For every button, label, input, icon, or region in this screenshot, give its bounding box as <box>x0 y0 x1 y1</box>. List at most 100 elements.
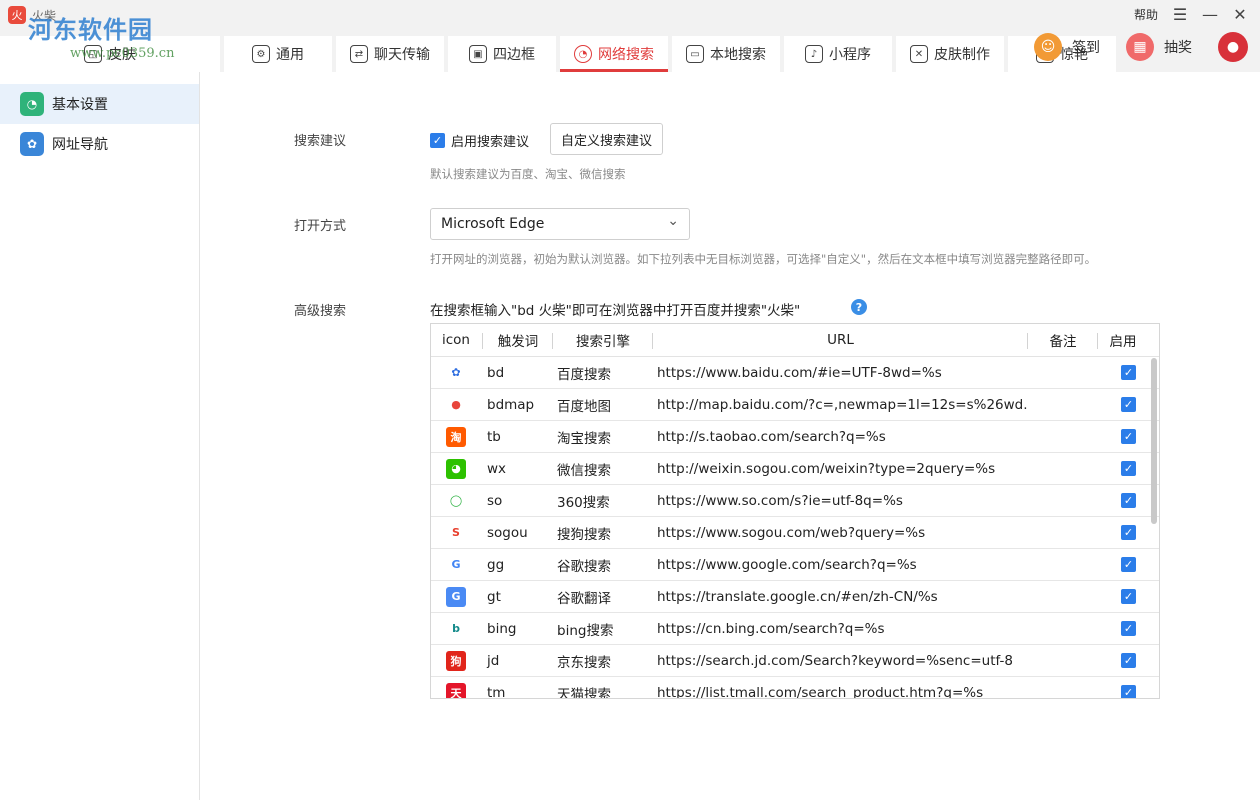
row-trigger: wx <box>487 460 507 477</box>
sidebar-item-basic-settings[interactable]: ◔ 基本设置 <box>0 84 199 124</box>
chat-transfer-icon: ⇄ <box>350 45 368 63</box>
row-enabled-cell: ✓ <box>1098 549 1148 581</box>
gift-icon: ▦ <box>1126 33 1154 61</box>
signin-button[interactable]: ☺ 签到 <box>1034 33 1100 61</box>
row-icon-cell: G <box>431 549 483 581</box>
row-enabled-cell: ✓ <box>1098 421 1148 453</box>
table-row[interactable]: 天 tm 天猫搜索 https://list.tmall.com/search_pro… <box>431 677 1159 699</box>
row-enabled-checkbox[interactable]: ✓ <box>1121 397 1136 412</box>
open-mode-hint: 打开网址的浏览器，初始为默认浏览器。如下拉列表中无目标浏览器，可选择"自定义"，… <box>430 252 1097 266</box>
tab-label: 聊天传输 <box>374 47 430 63</box>
row-engine: bing搜索 <box>557 622 614 639</box>
menu-icon[interactable]: ☰ <box>1172 5 1188 24</box>
row-enabled-checkbox[interactable]: ✓ <box>1121 461 1136 476</box>
column-header-engine[interactable]: 搜索引擎 <box>553 324 653 357</box>
row-url: https://www.google.com/search?q=%s <box>657 556 917 573</box>
column-header-icon[interactable]: icon <box>431 324 483 357</box>
row-enabled-cell: ✓ <box>1098 453 1148 485</box>
enable-suggest-checkbox[interactable]: ✓ 启用搜索建议 <box>430 131 529 150</box>
minimize-icon[interactable]: — <box>1202 5 1218 24</box>
column-header-enabled[interactable]: 启用 <box>1098 324 1148 357</box>
column-header-note[interactable]: 备注 <box>1028 324 1098 357</box>
row-enabled-cell: ✓ <box>1098 613 1148 645</box>
scrollbar-thumb[interactable] <box>1151 358 1157 524</box>
google-icon: G <box>446 554 466 575</box>
row-enabled-checkbox[interactable]: ✓ <box>1121 653 1136 668</box>
row-trigger: tb <box>487 428 501 445</box>
lottery-button[interactable]: ▦ 抽奖 <box>1126 33 1192 61</box>
help-link[interactable]: 帮助 <box>1134 6 1158 23</box>
help-icon[interactable]: ? <box>851 299 867 315</box>
row-note <box>1028 421 1098 453</box>
row-enabled-checkbox[interactable]: ✓ <box>1121 557 1136 572</box>
row-enabled-checkbox[interactable]: ✓ <box>1121 621 1136 636</box>
row-engine: 搜狗搜索 <box>557 526 611 543</box>
row-enabled-checkbox[interactable]: ✓ <box>1121 429 1136 444</box>
row-icon-cell: G <box>431 581 483 613</box>
tab-skin-maker[interactable]: ✕ 皮肤制作 <box>896 36 1004 72</box>
tab-local-search[interactable]: ▭ 本地搜索 <box>672 36 780 72</box>
wechat-icon: ◕ <box>446 458 466 479</box>
table-row[interactable]: ◯ so 360搜索 https://www.so.com/s?ie=utf-8q=%… <box>431 485 1159 517</box>
app-logo-icon: 火 <box>8 6 26 24</box>
row-engine: 百度地图 <box>557 398 611 415</box>
sidebar: ◔ 基本设置 ✿ 网址导航 <box>0 72 200 800</box>
row-enabled-cell: ✓ <box>1098 357 1148 389</box>
row-trigger: bing <box>487 620 517 637</box>
tab-border[interactable]: ▣ 四边框 <box>448 36 556 72</box>
row-icon-cell: ◯ <box>431 485 483 517</box>
row-enabled-cell: ✓ <box>1098 581 1148 613</box>
row-note <box>1028 645 1098 677</box>
row-icon-cell: b <box>431 613 483 645</box>
nav-icon: ✿ <box>20 132 44 156</box>
mini-program-icon: ♪ <box>805 45 823 63</box>
row-icon-cell: 淘 <box>431 421 483 453</box>
table-row[interactable]: b bing bing搜索 https://cn.bing.com/search?q=… <box>431 613 1159 645</box>
tab-general[interactable]: ⚙ 通用 <box>224 36 332 72</box>
sogou-icon: S <box>446 522 466 543</box>
table-row[interactable]: Ggg 谷歌搜索 https://www.google.com/search?q=%… <box>431 549 1159 581</box>
avatar[interactable]: ● <box>1218 32 1248 62</box>
column-header-url[interactable]: URL <box>653 324 1028 357</box>
row-note <box>1028 357 1098 389</box>
table-row[interactable]: ● bdmap 百度地图 http://map.baidu.com/?c=,newma… <box>431 389 1159 421</box>
tab-chat-transfer[interactable]: ⇄ 聊天传输 <box>336 36 444 72</box>
jd-icon: 狗 <box>446 650 466 671</box>
row-trigger: bd <box>487 364 505 381</box>
table-body: ✿ bd 百度搜索 https://www.baidu.com/#ie=UTF-8wd… <box>431 357 1159 699</box>
table-row[interactable]: ✿ bd 百度搜索 https://www.baidu.com/#ie=UTF-8wd… <box>431 357 1159 389</box>
table-row[interactable]: Ggt 谷歌翻译 https://translate.google.cn/#en/z… <box>431 581 1159 613</box>
border-icon: ▣ <box>469 45 487 63</box>
sidebar-item-url-nav[interactable]: ✿ 网址导航 <box>0 124 199 164</box>
tab-mini-program[interactable]: ♪ 小程序 <box>784 36 892 72</box>
row-note <box>1028 453 1098 485</box>
table-row[interactable]: 狗 jd 京东搜索 https://search.jd.com/Search?keyw… <box>431 645 1159 677</box>
row-url: http://s.taobao.com/search?q=%s <box>657 428 886 445</box>
row-note <box>1028 613 1098 645</box>
general-icon: ⚙ <box>252 45 270 63</box>
table-row[interactable]: ◕ wx 微信搜索 http://weixin.sogou.com/weixin?ty… <box>431 453 1159 485</box>
row-url: https://www.so.com/s?ie=utf-8q=%s <box>657 492 903 509</box>
open-mode-label: 打开方式 <box>294 219 347 234</box>
column-header-trigger[interactable]: 触发词 <box>483 324 553 357</box>
row-note <box>1028 517 1098 549</box>
custom-suggest-button[interactable]: 自定义搜索建议 <box>550 123 664 155</box>
browser-select-value: Microsoft Edge <box>441 216 545 232</box>
tab-label: 本地搜索 <box>710 47 766 63</box>
table-scrollbar[interactable] <box>1151 358 1157 698</box>
table-row[interactable]: Ssogou 搜狗搜索 https://www.sogou.com/web?quer… <box>431 517 1159 549</box>
table-row[interactable]: 淘 tb 淘宝搜索 http://s.taobao.com/search?q=%s ✓ <box>431 421 1159 453</box>
tab-web-search[interactable]: ◔ 网络搜索 <box>560 36 668 72</box>
enable-suggest-label: 启用搜索建议 <box>451 135 530 150</box>
row-enabled-checkbox[interactable]: ✓ <box>1121 365 1136 380</box>
close-icon[interactable]: ✕ <box>1232 5 1248 24</box>
row-icon-cell: ◕ <box>431 453 483 485</box>
browser-select[interactable]: Microsoft Edge ⌄ <box>430 208 690 240</box>
row-enabled-checkbox[interactable]: ✓ <box>1121 685 1136 698</box>
row-engine: 谷歌搜索 <box>557 558 611 575</box>
row-enabled-checkbox[interactable]: ✓ <box>1121 493 1136 508</box>
row-url: https://list.tmall.com/search_product.ht… <box>657 684 984 699</box>
row-trigger: so <box>487 492 503 509</box>
row-enabled-checkbox[interactable]: ✓ <box>1121 589 1136 604</box>
row-enabled-checkbox[interactable]: ✓ <box>1121 525 1136 540</box>
